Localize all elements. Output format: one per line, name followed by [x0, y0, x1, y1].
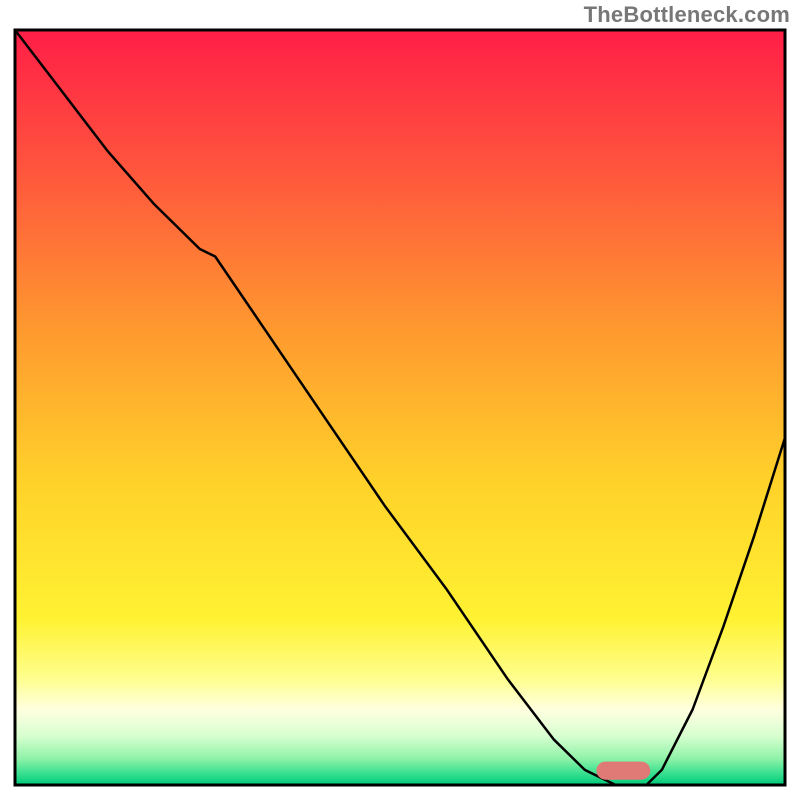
optimal-marker [596, 762, 650, 780]
bottleneck-chart [0, 0, 800, 800]
gradient-background [15, 30, 785, 785]
chart-stage: TheBottleneck.com [0, 0, 800, 800]
